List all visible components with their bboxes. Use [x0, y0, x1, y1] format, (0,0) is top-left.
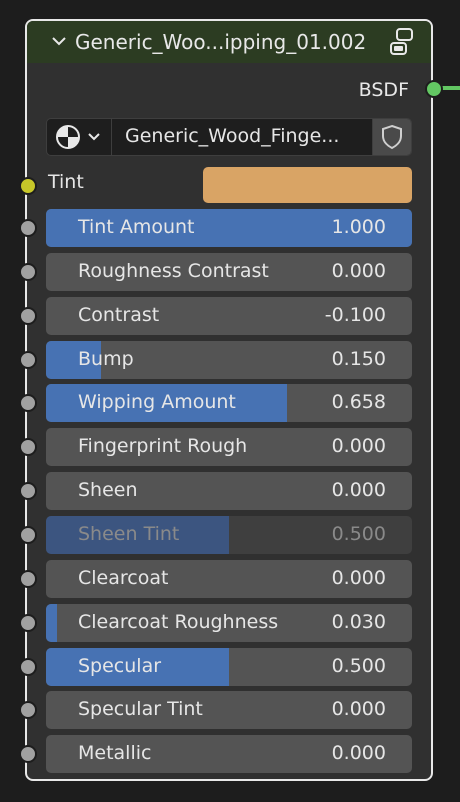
- slider-label: Roughness Contrast: [78, 260, 269, 282]
- material-sphere-icon: [56, 125, 80, 149]
- slider-value: 0.000: [331, 260, 386, 282]
- slider-label: Sheen Tint: [78, 523, 180, 545]
- node-group-icon[interactable]: [389, 28, 415, 56]
- slider-value: 0.150: [331, 348, 386, 370]
- input-socket[interactable]: [19, 701, 37, 719]
- input-socket[interactable]: [19, 351, 37, 369]
- slider-tint-amount[interactable]: Tint Amount 1.000: [46, 209, 412, 247]
- slider-bump[interactable]: Bump 0.150: [46, 341, 412, 379]
- slider-sheen[interactable]: Sheen 0.000: [46, 472, 412, 510]
- slider-fill: [46, 604, 57, 642]
- tint-socket[interactable]: [19, 177, 37, 195]
- slider-fingerprint-rough[interactable]: Fingerprint Rough 0.000: [46, 428, 412, 466]
- input-socket[interactable]: [19, 570, 37, 588]
- tint-color-swatch[interactable]: [203, 167, 412, 203]
- input-socket[interactable]: [19, 394, 37, 412]
- input-socket[interactable]: [19, 614, 37, 632]
- shield-icon: [382, 124, 402, 150]
- input-socket[interactable]: [19, 307, 37, 325]
- slider-value: -0.100: [324, 304, 386, 326]
- tint-label: Tint: [48, 171, 84, 193]
- slider-value: 0.000: [331, 698, 386, 720]
- slider-label: Bump: [78, 348, 134, 370]
- slider-wipping-amount[interactable]: Wipping Amount 0.658: [46, 384, 412, 422]
- input-socket[interactable]: [19, 263, 37, 281]
- chevron-down-icon[interactable]: [51, 33, 67, 49]
- slider-value: 0.500: [331, 523, 386, 545]
- slider-value: 0.000: [331, 479, 386, 501]
- output-socket[interactable]: [425, 80, 443, 98]
- input-socket[interactable]: [19, 219, 37, 237]
- input-socket[interactable]: [19, 526, 37, 544]
- material-selector[interactable]: Generic_Wood_Finge...: [46, 118, 412, 156]
- output-link: [441, 86, 460, 90]
- fake-user-button[interactable]: [372, 119, 411, 155]
- node-header[interactable]: Generic_Woo...ipping_01.002: [27, 21, 431, 63]
- material-browse-button[interactable]: [47, 119, 112, 155]
- input-socket[interactable]: [19, 658, 37, 676]
- input-socket[interactable]: [19, 482, 37, 500]
- slider-clearcoat[interactable]: Clearcoat 0.000: [46, 560, 412, 598]
- chevron-down-icon: [88, 133, 100, 141]
- slider-label: Fingerprint Rough: [78, 435, 248, 457]
- slider-label: Specular: [78, 655, 162, 677]
- slider-value: 0.000: [331, 567, 386, 589]
- node-title: Generic_Woo...ipping_01.002: [75, 30, 367, 54]
- slider-clearcoat-roughness[interactable]: Clearcoat Roughness 0.030: [46, 604, 412, 642]
- slider-label: Wipping Amount: [78, 391, 236, 413]
- slider-specular[interactable]: Specular 0.500: [46, 648, 412, 686]
- slider-value: 0.030: [331, 611, 386, 633]
- slider-value: 0.000: [331, 435, 386, 457]
- slider-label: Tint Amount: [78, 216, 195, 238]
- output-label: BSDF: [358, 79, 409, 101]
- slider-value: 0.658: [331, 391, 386, 413]
- input-socket[interactable]: [19, 745, 37, 763]
- slider-label: Specular Tint: [78, 698, 203, 720]
- slider-label: Contrast: [78, 304, 160, 326]
- slider-sheen-tint[interactable]: Sheen Tint 0.500: [46, 516, 412, 554]
- slider-contrast[interactable]: Contrast -0.100: [46, 297, 412, 335]
- material-name[interactable]: Generic_Wood_Finge...: [125, 125, 339, 147]
- slider-label: Sheen: [78, 479, 138, 501]
- slider-value: 1.000: [331, 216, 386, 238]
- slider-label: Clearcoat Roughness: [78, 611, 279, 633]
- slider-label: Clearcoat: [78, 567, 169, 589]
- slider-roughness-contrast[interactable]: Roughness Contrast 0.000: [46, 253, 412, 291]
- slider-specular-tint[interactable]: Specular Tint 0.000: [46, 691, 412, 729]
- slider-metallic[interactable]: Metallic 0.000: [46, 735, 412, 773]
- slider-value: 0.500: [331, 655, 386, 677]
- slider-label: Metallic: [78, 742, 152, 764]
- slider-value: 0.000: [331, 742, 386, 764]
- input-socket[interactable]: [19, 438, 37, 456]
